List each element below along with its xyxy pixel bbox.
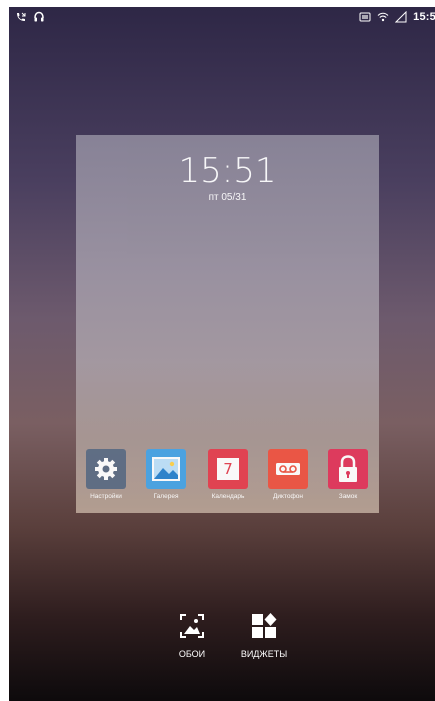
app-label: Календарь <box>211 493 245 500</box>
edit-mode-actions: ОБОИ ВИДЖЕТЫ <box>9 612 435 682</box>
status-bar-time: 15:5 <box>413 11 435 23</box>
app-label: Замок <box>338 493 358 500</box>
app-label: Диктофон <box>272 493 304 500</box>
clock-widget-time[interactable]: 15:51 <box>76 151 379 191</box>
settings-icon <box>86 449 126 489</box>
lock-icon <box>328 449 368 489</box>
signal-icon <box>395 11 407 23</box>
status-bar: 15:5 <box>9 7 435 29</box>
voice-recorder-icon <box>268 449 308 489</box>
widgets-label: ВИДЖЕТЫ <box>240 649 288 659</box>
screenshot-icon <box>359 12 371 22</box>
app-settings[interactable]: Настройки <box>76 449 136 500</box>
app-gallery[interactable]: Галерея <box>136 449 196 500</box>
app-calendar[interactable]: 7 Календарь <box>198 449 258 500</box>
home-screen-edit-mode: 15:5 15:51 пт 05/31 Настройки Галерея 7 … <box>9 7 435 701</box>
gallery-icon <box>146 449 186 489</box>
widgets-button[interactable]: ВИДЖЕТЫ <box>229 612 299 659</box>
widgets-icon <box>252 613 277 638</box>
app-voice-recorder[interactable]: Диктофон <box>258 449 318 500</box>
app-label: Настройки <box>90 493 122 500</box>
home-screen-preview[interactable]: 15:51 пт 05/31 Настройки Галерея 7 Кален… <box>76 135 379 513</box>
app-lock[interactable]: Замок <box>318 449 378 500</box>
call-missed-icon <box>17 12 26 21</box>
wallpaper-icon <box>180 614 204 638</box>
clock-widget-date: пт 05/31 <box>208 192 247 203</box>
app-dock: Настройки Галерея 7 Календарь Диктофон З… <box>76 449 379 509</box>
calendar-icon: 7 <box>208 449 248 489</box>
headset-icon <box>34 11 44 22</box>
calendar-day-number: 7 <box>223 460 233 478</box>
wallpaper-button[interactable]: ОБОИ <box>157 612 227 659</box>
app-label: Галерея <box>153 493 179 500</box>
wallpaper-label: ОБОИ <box>178 649 206 659</box>
wifi-icon <box>377 12 389 22</box>
